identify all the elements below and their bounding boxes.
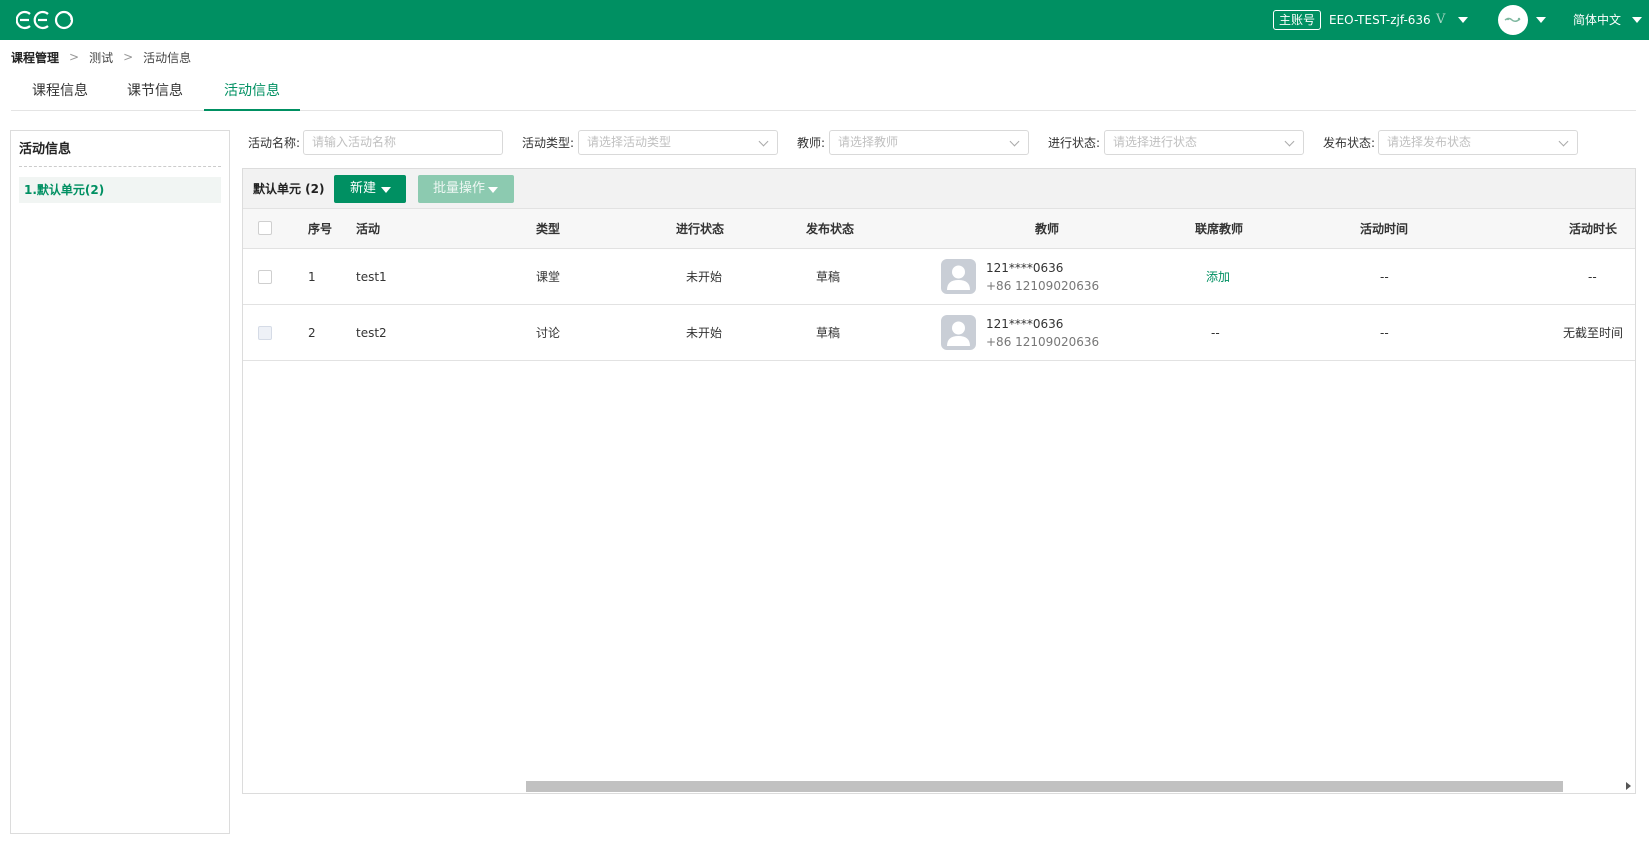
chevron-down-icon	[758, 136, 769, 147]
row-activity-type: 讨论	[536, 326, 561, 340]
account-name[interactable]: EEO-TEST-zjf-636	[1329, 12, 1431, 28]
column-co-teacher: 联席教师	[1195, 222, 1244, 236]
row-publish-status: 草稿	[816, 270, 841, 284]
teacher-label: 教师:	[797, 136, 826, 150]
row-activity-time: --	[1380, 270, 1389, 284]
unit-panel: 活动信息 1.默认单元(2)	[10, 130, 230, 834]
row-checkbox[interactable]	[258, 326, 272, 340]
tab-bar: 课程信息 课节信息 活动信息	[11, 72, 1636, 111]
account-dropdown-icon[interactable]	[1458, 17, 1468, 23]
chevron-down-icon	[1284, 136, 1295, 147]
eeo-logo-icon	[16, 10, 74, 30]
row-activity-duration: 无截至时间	[1563, 326, 1624, 340]
breadcrumb-separator: >	[69, 50, 80, 64]
new-button-label: 新建	[350, 181, 377, 196]
user-placeholder-icon	[947, 321, 970, 346]
column-activity-time: 活动时间	[1360, 222, 1409, 236]
caret-down-icon	[488, 187, 498, 193]
activity-type-select[interactable]: 请选择活动类型	[578, 130, 778, 155]
activity-name-input[interactable]: 请输入活动名称	[303, 130, 503, 155]
select-all-checkbox[interactable]	[258, 221, 272, 235]
top-bar: eeo 主账号 EEO-TEST-zjf-636 V 简体中文	[0, 0, 1649, 40]
publish-status-placeholder: 请选择发布状态	[1387, 135, 1472, 149]
column-activity: 活动	[356, 222, 381, 236]
breadcrumb-separator: >	[123, 50, 134, 64]
column-activity-duration: 活动时长	[1569, 222, 1618, 236]
horizontal-scrollbar[interactable]	[243, 779, 1635, 793]
table-toolbar: 默认单元 (2) 新建 批量操作	[243, 169, 1635, 209]
batch-button-label: 批量操作	[433, 181, 486, 196]
publish-status-select[interactable]: 请选择发布状态	[1378, 130, 1578, 155]
publish-status-label: 发布状态:	[1323, 136, 1376, 150]
vip-icon: V	[1436, 12, 1446, 27]
teacher-placeholder: 请选择教师	[838, 135, 899, 149]
teacher-avatar	[941, 315, 976, 350]
language-dropdown-icon[interactable]	[1632, 17, 1642, 23]
chevron-down-icon	[1009, 136, 1020, 147]
table-row[interactable]: 1 test1 课堂 未开始 草稿 121****0636 +86 121090…	[243, 249, 1635, 305]
user-placeholder-icon	[947, 265, 970, 290]
row-co-teacher: --	[1211, 326, 1220, 340]
activity-name-placeholder: 请输入活动名称	[312, 135, 397, 149]
row-activity-duration: --	[1588, 270, 1597, 284]
row-publish-status: 草稿	[816, 326, 841, 340]
teacher-phone: +86 12109020636	[986, 335, 1100, 349]
teacher-select[interactable]: 请选择教师	[829, 130, 1029, 155]
teacher-name: 121****0636	[986, 261, 1064, 275]
breadcrumb: 课程管理 > 测试 > 活动信息	[11, 48, 191, 66]
tab-lesson-info[interactable]: 课节信息	[116, 72, 194, 111]
row-checkbox[interactable]	[258, 270, 272, 284]
column-publish-status: 发布状态	[806, 222, 855, 236]
unit-title: 默认单元 (2)	[253, 182, 325, 196]
row-activity-time: --	[1380, 326, 1389, 340]
row-progress-status: 未开始	[686, 326, 723, 340]
add-co-teacher-link[interactable]: 添加	[1206, 269, 1230, 285]
progress-status-label: 进行状态:	[1048, 136, 1101, 150]
activity-type-label: 活动类型:	[522, 136, 575, 150]
row-progress-status: 未开始	[686, 270, 723, 284]
unit-panel-divider	[19, 166, 221, 167]
role-badge: 主账号	[1273, 10, 1322, 30]
caret-down-icon	[381, 187, 391, 193]
tab-activity-info[interactable]: 活动信息	[204, 72, 300, 111]
row-activity-name: test1	[356, 270, 387, 284]
user-avatar[interactable]	[1498, 5, 1528, 35]
activity-table: 默认单元 (2) 新建 批量操作 序号 活动 类型 进行状态 发布状态 教师 联…	[242, 168, 1636, 794]
teacher-phone: +86 12109020636	[986, 279, 1100, 293]
activity-name-label: 活动名称:	[248, 136, 301, 150]
unit-item-default[interactable]: 1.默认单元(2)	[19, 177, 221, 203]
eeo-logo[interactable]: eeo	[16, 7, 78, 33]
language-selector[interactable]: 简体中文	[1573, 12, 1621, 28]
unit-panel-title: 活动信息	[19, 142, 72, 157]
column-index: 序号	[308, 222, 333, 236]
scrollbar-thumb[interactable]	[526, 781, 1563, 792]
chevron-down-icon	[1558, 136, 1569, 147]
tab-course-info[interactable]: 课程信息	[21, 72, 99, 111]
row-activity-type: 课堂	[536, 270, 561, 284]
column-progress-status: 进行状态	[676, 222, 725, 236]
column-teacher: 教师	[1035, 222, 1060, 236]
progress-status-select[interactable]: 请选择进行状态	[1104, 130, 1304, 155]
avatar-dropdown-icon[interactable]	[1536, 17, 1546, 23]
teacher-name: 121****0636	[986, 317, 1064, 331]
new-activity-button[interactable]: 新建	[334, 175, 406, 203]
row-index: 1	[308, 270, 316, 284]
breadcrumb-course[interactable]: 测试	[89, 49, 113, 66]
column-type: 类型	[536, 222, 561, 236]
table-header: 序号 活动 类型 进行状态 发布状态 教师 联席教师 活动时间 活动时长	[243, 209, 1635, 249]
progress-status-placeholder: 请选择进行状态	[1113, 135, 1198, 149]
avatar-icon	[1504, 17, 1521, 23]
batch-operation-button[interactable]: 批量操作	[418, 175, 514, 203]
row-index: 2	[308, 326, 316, 340]
row-activity-name: test2	[356, 326, 387, 340]
teacher-avatar	[941, 259, 976, 294]
breadcrumb-current: 活动信息	[143, 50, 192, 65]
table-row[interactable]: 2 test2 讨论 未开始 草稿 121****0636 +86 121090…	[243, 305, 1635, 361]
breadcrumb-course-management[interactable]: 课程管理	[11, 49, 59, 66]
scroll-right-icon[interactable]	[1626, 782, 1631, 790]
activity-type-placeholder: 请选择活动类型	[587, 135, 672, 149]
